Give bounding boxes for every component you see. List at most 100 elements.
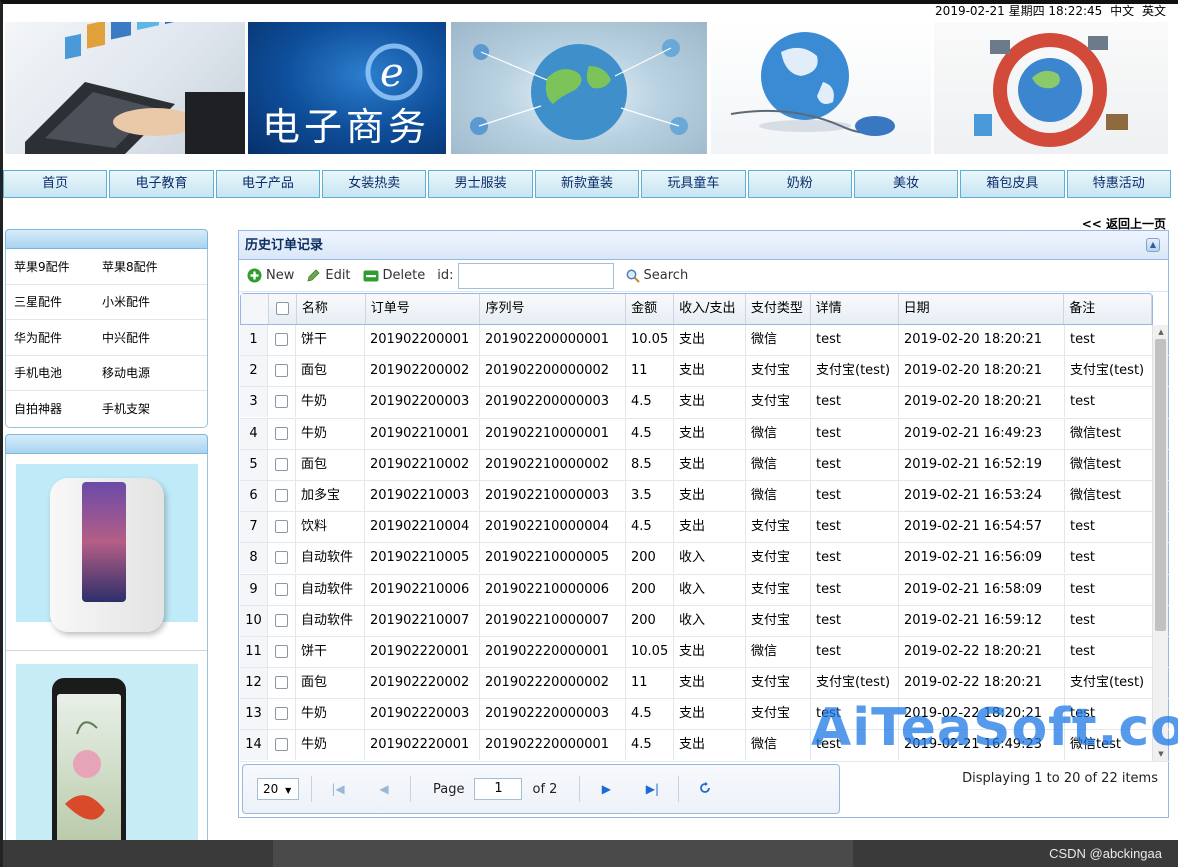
table-row[interactable]: 5 面包 201902210002 201902210000002 8.5 支出 微信 tes… [240,449,1169,481]
table-cell: 4.5 [626,730,674,761]
table-cell: 2019-02-22 18:20:21 [899,668,1065,699]
screen-protector-phone-image[interactable] [16,663,198,867]
category-link[interactable]: 小米配件 [94,293,182,310]
next-page-icon[interactable]: ▶ [592,782,620,796]
row-checkbox[interactable] [275,520,288,534]
csdn-credit: CSDN @abckingaa [1049,846,1162,861]
row-checkbox[interactable] [275,582,288,596]
row-checkbox[interactable] [275,333,288,346]
nav-item-special-offers[interactable]: 特惠活动 [1066,170,1171,198]
table-cell: 微信test [1065,730,1153,761]
prev-page-icon[interactable]: ◀ [370,782,398,796]
table-row[interactable]: 2 面包 201902200002 201902200000002 11 支出 支付宝 支付宝… [240,356,1169,388]
category-link[interactable]: 自拍神器 [6,400,94,417]
table-row[interactable]: 4 牛奶 201902210001 201902210000001 4.5 支出 微信 tes… [240,418,1169,450]
scrollbar-thumb[interactable] [1155,339,1166,631]
row-checkbox[interactable] [275,738,288,752]
table-row[interactable]: 3 牛奶 201902200003 201902200000003 4.5 支出 支付宝 te… [240,387,1169,419]
banner-shopping-cycle-image [934,22,1168,154]
table-cell: 8.5 [626,449,674,480]
first-page-icon[interactable]: |◀ [324,782,352,796]
category-link[interactable]: 手机电池 [6,364,94,381]
row-checkbox[interactable] [275,488,288,502]
table-cell: test [811,387,899,418]
category-link[interactable]: 移动电源 [94,364,182,381]
scroll-up-arrow-icon[interactable]: ▲ [1153,325,1169,339]
nav-item-toys-strollers[interactable]: 玩具童车 [641,170,746,198]
lang-en-link[interactable]: 英文 [1142,4,1166,18]
column-header[interactable]: 金额 [626,294,675,324]
row-number-cell: 14 [240,730,268,761]
table-cell: 微信 [746,449,811,480]
table-row[interactable]: 8 自动软件 201902210005 201902210000005 200 收入 支付宝… [240,543,1169,575]
row-checkbox-cell [268,668,296,699]
table-cell: test [811,480,899,511]
banner-laptop-image [5,22,245,154]
scroll-down-arrow-icon[interactable]: ▼ [1153,747,1169,761]
row-checkbox[interactable] [275,457,288,471]
new-button[interactable]: New [247,268,294,283]
category-link[interactable]: 三星配件 [6,293,94,310]
search-button[interactable]: Search [626,268,688,283]
row-checkbox[interactable] [275,426,288,440]
nav-item-milk-powder[interactable]: 奶粉 [747,170,852,198]
row-checkbox[interactable] [275,364,288,378]
nav-item-bags-leather[interactable]: 箱包皮具 [960,170,1065,198]
row-checkbox[interactable] [275,676,288,690]
row-checkbox-cell [268,543,296,574]
column-header[interactable]: 收入/支出 [674,294,746,324]
column-header[interactable]: 备注 [1064,294,1153,324]
select-all-checkbox[interactable] [275,302,289,315]
table-cell: 201902200000003 [480,387,626,418]
page-number-input[interactable]: 1 [474,778,523,800]
grid-vertical-scrollbar[interactable]: ▲ ▼ [1152,325,1168,761]
column-header[interactable]: 支付类型 [746,294,811,324]
page-size-select[interactable]: 20 ▼ [257,778,299,800]
collapse-icon[interactable]: ▲ [1146,238,1160,252]
edit-button[interactable]: Edit [306,268,351,283]
table-row[interactable]: 10 自动软件 201902210007 201902210000007 200 收入 支付… [240,605,1169,637]
id-search-input[interactable] [457,262,614,289]
category-link[interactable]: 中兴配件 [94,329,182,346]
nav-item-electronics[interactable]: 电子产品 [215,170,321,198]
category-link[interactable]: 手机支架 [94,400,182,417]
table-row[interactable]: 14 牛奶 201902220001 201902220000001 4.5 支出 微信 te… [240,730,1169,762]
delete-button[interactable]: Delete [363,268,425,283]
row-checkbox[interactable] [275,707,288,721]
row-checkbox[interactable] [275,644,288,658]
column-header[interactable]: 详情 [811,294,899,324]
row-checkbox[interactable] [275,551,288,565]
table-cell: 支出 [674,730,746,761]
magnifier-icon [626,269,640,283]
table-row[interactable]: 9 自动软件 201902210006 201902210000006 200 收入 支付宝… [240,574,1169,606]
refresh-icon[interactable] [691,781,719,797]
table-cell: test [1065,325,1153,355]
nav-item-men-clothing[interactable]: 男士服装 [428,170,533,198]
column-header[interactable]: 订单号 [366,294,481,324]
table-row[interactable]: 11 饼干 201902220001 201902220000001 10.05 支出 微信… [240,636,1169,669]
nav-item-kids-clothing[interactable]: 新款童装 [534,170,640,198]
table-row[interactable]: 13 牛奶 201902220003 201902220000003 4.5 支出 支付宝 t… [240,699,1169,731]
row-checkbox[interactable] [275,395,288,409]
table-row[interactable]: 7 饮料 201902210004 201902210000004 4.5 支出 支付宝 te… [240,512,1169,544]
lang-zh-link[interactable]: 中文 [1110,4,1134,18]
table-row[interactable]: 12 面包 201902220002 201902220000002 11 支出 支付宝 支付… [240,668,1169,700]
column-header[interactable]: 日期 [899,294,1065,324]
row-checkbox[interactable] [275,613,288,627]
table-row[interactable]: 6 加多宝 201902210003 201902210000003 3.5 支出 微信 te… [240,480,1169,513]
white-phone-image[interactable] [16,463,198,632]
column-header[interactable]: 名称 [297,294,366,324]
category-link[interactable]: 苹果8配件 [94,258,182,275]
nav-item-home[interactable]: 首页 [3,170,108,198]
nav-item-women-fashion[interactable]: 女装热卖 [322,170,427,198]
category-link[interactable]: 华为配件 [6,329,94,346]
nav-item-beauty[interactable]: 美妆 [853,170,959,198]
category-link[interactable]: 苹果9配件 [6,258,94,275]
last-page-icon[interactable]: ▶| [638,782,666,796]
table-cell: 201902210000001 [480,418,626,449]
table-row[interactable]: 1 饼干 201902200001 201902200000001 10.05 支出 微信 t… [240,325,1169,357]
table-cell: 201902220001 [365,730,480,761]
table-cell: 201902220003 [365,699,480,730]
nav-item-e-education[interactable]: 电子教育 [109,170,214,198]
column-header[interactable]: 序列号 [480,294,627,324]
